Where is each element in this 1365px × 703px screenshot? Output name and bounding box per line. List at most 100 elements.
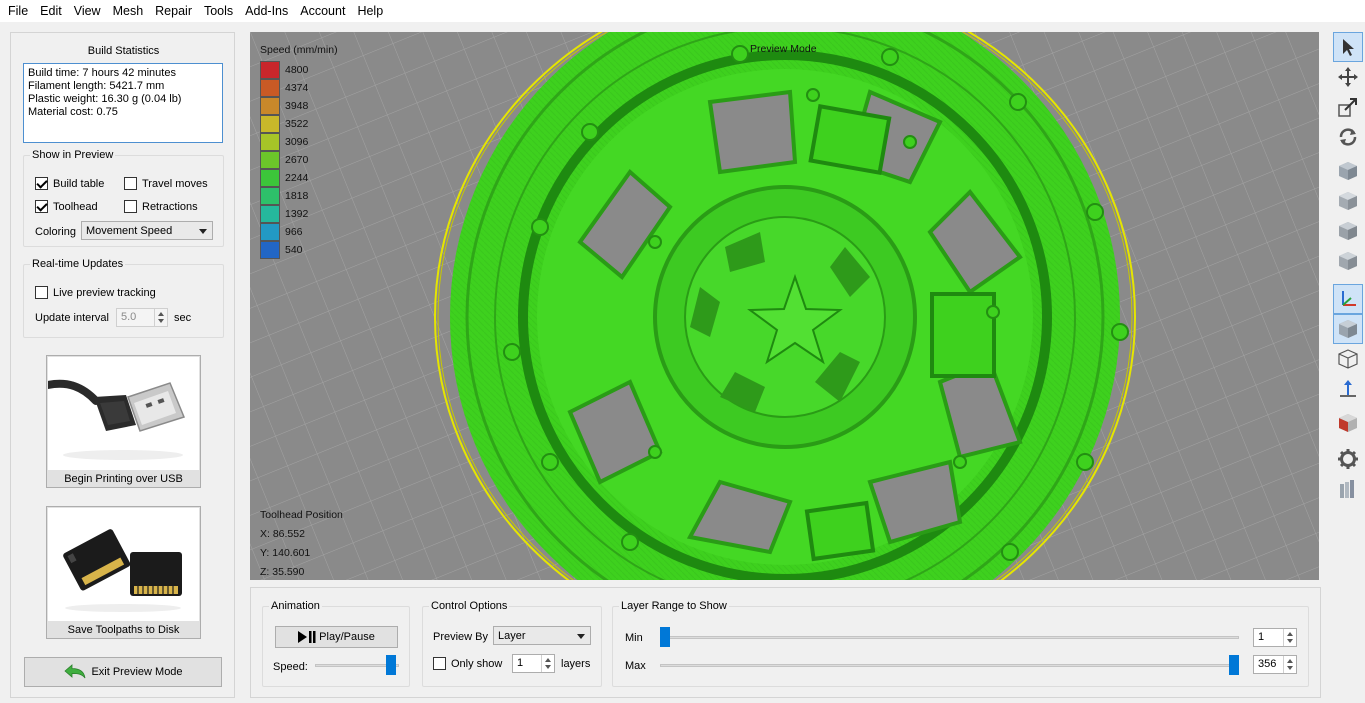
begin-printing-usb-button[interactable]: Begin Printing over USB — [44, 355, 201, 488]
legend-swatch — [260, 169, 280, 187]
min-layer-value: 1 — [1258, 631, 1265, 643]
min-layer-slider-thumb[interactable] — [660, 627, 670, 647]
menu-repair[interactable]: Repair — [149, 0, 198, 22]
preview-by-select[interactable]: Layer — [493, 626, 591, 645]
speed-slider-thumb[interactable] — [385, 655, 396, 675]
legend-swatch — [260, 241, 280, 259]
coloring-value: Movement Speed — [86, 224, 173, 237]
right-toolbar — [1333, 30, 1363, 510]
legend-swatch — [260, 133, 280, 151]
spin-arrows-icon[interactable] — [1283, 629, 1296, 646]
menu-tools[interactable]: Tools — [198, 0, 239, 22]
legend-value: 4800 — [285, 64, 309, 76]
view-bottom-button[interactable] — [1333, 246, 1363, 276]
axes-icon — [1342, 291, 1356, 306]
solid-view-button[interactable] — [1333, 314, 1363, 344]
legend-value: 1818 — [285, 190, 309, 202]
begin-printing-usb-label: Begin Printing over USB — [64, 473, 183, 485]
menu-account[interactable]: Account — [294, 0, 351, 22]
travel-moves-label: Travel moves — [142, 177, 208, 190]
save-toolpaths-button[interactable]: Save Toolpaths to Disk — [46, 506, 201, 639]
retractions-label: Retractions — [142, 200, 198, 213]
menu-bar: File Edit View Mesh Repair Tools Add-Ins… — [0, 0, 1365, 22]
legend-entry: 966 — [260, 223, 303, 241]
live-preview-label: Live preview tracking — [53, 286, 156, 299]
update-interval-spinbox[interactable]: 5.0 — [116, 308, 168, 327]
normal-arrow-icon — [1340, 380, 1356, 397]
menu-mesh[interactable]: Mesh — [107, 0, 150, 22]
legend-entry: 1818 — [260, 187, 308, 205]
legend-value: 3948 — [285, 100, 309, 112]
legend-entry: 4374 — [260, 79, 308, 97]
preview-viewport[interactable]: Speed (mm/min) 4800 4374 3948 3522 3096 2670 2… — [250, 32, 1319, 580]
wireframe-view-button[interactable] — [1333, 344, 1363, 374]
move-tool-button[interactable] — [1333, 62, 1363, 92]
spin-arrows-icon[interactable] — [1283, 656, 1296, 673]
play-pause-button[interactable]: Play/Pause — [275, 626, 398, 648]
legend-entry: 3948 — [260, 97, 308, 115]
min-layer-slider-track[interactable] — [660, 636, 1239, 639]
spin-arrows-icon[interactable] — [541, 655, 554, 672]
menu-edit[interactable]: Edit — [34, 0, 68, 22]
show-normals-button[interactable] — [1333, 374, 1363, 404]
only-show-checkbox[interactable]: Only show — [433, 657, 502, 670]
layers-count-value: 1 — [517, 657, 524, 669]
toolhead-z: Z: 35.590 — [260, 566, 305, 578]
cube-side-icon — [1339, 222, 1357, 240]
legend-entry: 2670 — [260, 151, 308, 169]
menu-view[interactable]: View — [68, 0, 107, 22]
rotate-tool-button[interactable] — [1333, 122, 1363, 152]
coloring-label: Coloring — [35, 226, 76, 238]
checkbox-box — [124, 200, 137, 213]
legend-entry: 3522 — [260, 115, 308, 133]
menu-add-ins[interactable]: Add-Ins — [239, 0, 294, 22]
legend-swatch — [260, 151, 280, 169]
preview-by-value: Layer — [498, 629, 526, 642]
layers-count-spinbox[interactable]: 1 — [512, 654, 555, 673]
menu-help[interactable]: Help — [351, 0, 389, 22]
max-layer-slider-track[interactable] — [660, 664, 1239, 667]
retractions-checkbox[interactable]: Retractions — [124, 200, 198, 213]
view-side-button[interactable] — [1333, 216, 1363, 246]
cube-top-icon — [1339, 192, 1357, 210]
view-iso-button[interactable] — [1333, 156, 1363, 186]
sd-card-image — [48, 508, 199, 621]
menu-file[interactable]: File — [2, 0, 34, 22]
toolhead-checkbox[interactable]: Toolhead — [35, 200, 98, 213]
only-show-label: Only show — [451, 657, 503, 670]
select-tool-button[interactable] — [1333, 32, 1363, 62]
control-options-title: Control Options — [429, 600, 510, 612]
material-cost-line: Material cost: 0.75 — [28, 106, 118, 118]
toolhead-label: Toolhead — [53, 200, 98, 213]
checkbox-box — [124, 177, 137, 190]
gear-icon — [1338, 449, 1358, 469]
scale-icon — [1338, 98, 1357, 117]
min-layer-spinbox[interactable]: 1 — [1253, 628, 1297, 647]
legend-swatch — [260, 115, 280, 133]
realtime-updates-group: Real-time Updates Live preview tracking … — [23, 258, 224, 338]
print-preview-button[interactable] — [1333, 474, 1363, 504]
build-table-checkbox[interactable]: Build table — [35, 177, 104, 190]
spin-arrows-icon[interactable] — [154, 309, 167, 326]
preview-by-label: Preview By — [433, 631, 489, 643]
settings-button[interactable] — [1333, 444, 1363, 474]
scale-tool-button[interactable] — [1333, 92, 1363, 122]
cross-section-button[interactable] — [1333, 408, 1363, 438]
live-preview-checkbox[interactable]: Live preview tracking — [35, 286, 156, 299]
legend-value: 4374 — [285, 82, 309, 94]
show-axes-button[interactable] — [1333, 284, 1363, 314]
view-top-button[interactable] — [1333, 186, 1363, 216]
toolhead-position: Toolhead Position X: 86.552 Y: 140.601 Z… — [260, 506, 343, 580]
build-statistics-box[interactable]: Build time: 7 hours 42 minutes Filament … — [23, 63, 223, 143]
coloring-select[interactable]: Movement Speed — [81, 221, 213, 240]
travel-moves-checkbox[interactable]: Travel moves — [124, 177, 208, 190]
update-interval-label: Update interval — [35, 312, 109, 324]
max-layer-slider-thumb[interactable] — [1229, 655, 1239, 675]
max-layer-spinbox[interactable]: 356 — [1253, 655, 1297, 674]
bottom-panel: Animation Play/Pause Speed: Control Opti… — [250, 587, 1321, 698]
legend-value: 3096 — [285, 136, 309, 148]
show-in-preview-group: Show in Preview Build table Travel moves… — [23, 149, 224, 247]
layers-icon — [1340, 480, 1354, 498]
exit-preview-mode-button[interactable]: Exit Preview Mode — [24, 657, 222, 687]
animation-title: Animation — [269, 600, 322, 612]
